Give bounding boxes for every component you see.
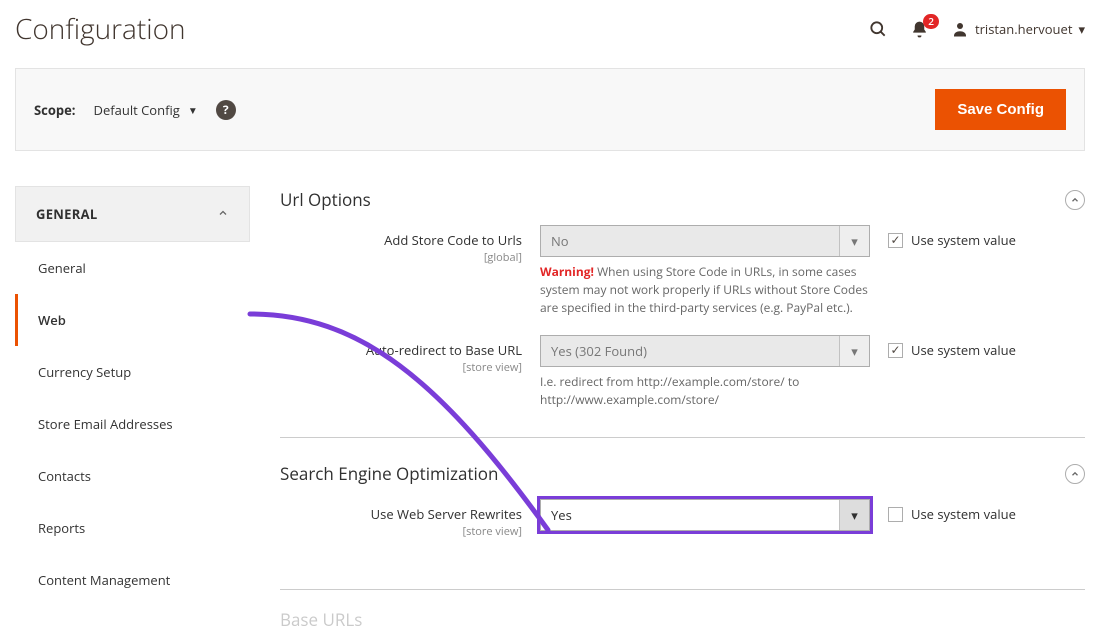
sidebar-group-label: GENERAL [36,205,98,223]
page-title: Configuration [15,10,186,48]
field-scope: [store view] [280,360,522,375]
select-value: Yes [551,506,572,524]
select-value: Yes (302 Found) [551,342,647,360]
user-icon [951,20,969,38]
sidebar-item-general[interactable]: General [15,242,250,294]
sidebar-item-store-email-addresses[interactable]: Store Email Addresses [15,398,250,450]
field-scope: [global] [280,250,522,265]
field-add-store-code: Add Store Code to Urls [global] No ▾ War… [280,225,1085,317]
field-web-server-rewrites: Use Web Server Rewrites [store view] Yes… [280,499,1085,539]
section-title: Base URLs [280,608,362,631]
collapse-icon[interactable] [1065,464,1085,484]
chevron-up-icon [217,205,229,223]
sidebar-group-general[interactable]: GENERAL [15,186,250,242]
field-note: Warning! When using Store Code in URLs, … [540,263,870,317]
field-label: Use Web Server Rewrites [371,505,522,523]
help-icon[interactable]: ? [216,100,236,120]
field-scope: [store view] [280,524,522,539]
caret-down-icon: ▾ [839,336,869,366]
use-system-checkbox[interactable] [888,507,903,522]
select-value: No [551,232,569,250]
save-config-button[interactable]: Save Config [935,89,1066,130]
section-seo: Search Engine Optimization Use Web Serve… [280,460,1085,567]
search-icon[interactable] [868,19,888,39]
field-note: I.e. redirect from http://example.com/st… [540,373,870,409]
caret-down-icon: ▾ [1078,20,1085,38]
scope-bar: Scope: Default Config ▼ ? Save Config [15,68,1085,151]
scope-select[interactable]: Default Config ▼ [94,101,198,119]
user-menu[interactable]: tristan.hervouet ▾ [951,20,1085,38]
store-code-select: No ▾ [540,225,870,257]
notification-badge: 2 [923,14,939,29]
caret-down-icon: ▾ [839,226,869,256]
sidebar-item-currency-setup[interactable]: Currency Setup [15,346,250,398]
use-system-label: Use system value [911,505,1016,523]
web-server-rewrites-select[interactable]: Yes ▾ [540,499,870,531]
use-system-checkbox[interactable] [888,233,903,248]
username: tristan.hervouet [975,20,1072,38]
section-header-url-options[interactable]: Url Options [280,186,1085,225]
section-base-urls[interactable]: Base URLs [280,589,1085,631]
sidebar-item-content-management[interactable]: Content Management [15,554,250,606]
sidebar-item-contacts[interactable]: Contacts [15,450,250,502]
field-label: Auto-redirect to Base URL [366,341,522,359]
caret-down-icon: ▾ [839,500,869,530]
use-system-label: Use system value [911,341,1016,359]
sidebar-item-web[interactable]: Web [15,294,250,346]
scope-selected: Default Config [94,101,180,119]
section-url-options: Url Options Add Store Code to Urls [glob… [280,186,1085,438]
field-label: Add Store Code to Urls [384,231,522,249]
section-title: Url Options [280,188,371,211]
sidebar: GENERAL General Web Currency Setup Store… [15,186,250,631]
section-title: Search Engine Optimization [280,462,498,485]
field-auto-redirect: Auto-redirect to Base URL [store view] Y… [280,335,1085,409]
collapse-icon[interactable] [1065,190,1085,210]
use-system-label: Use system value [911,231,1016,249]
section-header-seo[interactable]: Search Engine Optimization [280,460,1085,499]
scope-label: Scope: [34,101,76,119]
auto-redirect-select: Yes (302 Found) ▾ [540,335,870,367]
sidebar-item-reports[interactable]: Reports [15,502,250,554]
notifications-icon[interactable]: 2 [910,20,929,39]
use-system-checkbox[interactable] [888,343,903,358]
caret-down-icon: ▼ [188,103,198,117]
